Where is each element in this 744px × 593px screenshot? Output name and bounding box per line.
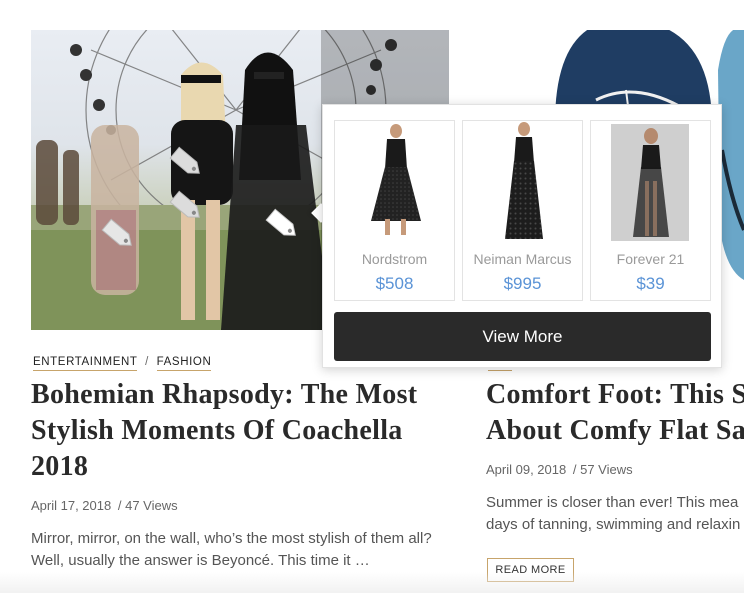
article-title-right-line2: About Comfy Flat Sa — [486, 415, 744, 446]
article-date: April 17, 2018 — [31, 498, 112, 513]
product-image-dress — [335, 121, 454, 245]
product-image-maxi-dress — [611, 124, 689, 241]
product-image-gown — [463, 121, 582, 245]
article-views: / 47 Views — [117, 498, 178, 513]
product-store: Nordstrom — [361, 251, 428, 267]
category-underline — [488, 370, 512, 371]
bottom-fade — [0, 572, 744, 593]
category-link-fashion[interactable]: FASHION — [156, 356, 212, 371]
product-price: $39 — [636, 274, 665, 293]
article-views-right: / 57 Views — [572, 462, 633, 477]
article-excerpt: Mirror, mirror, on the wall, who’s the m… — [31, 530, 432, 569]
article-title-right-line1: Comfort Foot: This S — [486, 379, 744, 410]
product-card-neiman-marcus[interactable]: Neiman Marcus $995 — [462, 120, 583, 301]
excerpt-right-line2: days of tanning, swimming and relaxin — [486, 516, 741, 533]
product-price: $508 — [375, 274, 414, 293]
article-meta-right: April 09, 2018 / 57 Views — [486, 462, 633, 477]
category-separator: / — [145, 356, 149, 368]
article-title-right[interactable]: Comfort Foot: This S About Comfy Flat Sa — [486, 377, 744, 449]
article-title[interactable]: Bohemian Rhapsody: The Most Stylish Mome… — [31, 377, 451, 485]
category-link-entertainment[interactable]: ENTERTAINMENT — [33, 356, 138, 371]
product-card-forever-21[interactable]: Forever 21 $39 — [590, 120, 711, 301]
article-meta: April 17, 2018 / 47 Views — [31, 498, 178, 513]
article-date-right: April 09, 2018 — [486, 462, 567, 477]
product-card-nordstrom[interactable]: Nordstrom $508 — [334, 120, 455, 301]
product-store: Forever 21 — [616, 251, 685, 267]
shop-the-look-popover: Nordstrom $508 Neiman Marcus $995 Foreve… — [322, 104, 722, 368]
article-categories: ENTERTAINMENT / FASHION — [33, 356, 212, 371]
view-more-button[interactable]: View More — [334, 312, 711, 361]
product-price: $995 — [503, 274, 542, 293]
product-store: Neiman Marcus — [473, 251, 572, 267]
article-excerpt-right: Summer is closer than ever! This mea day… — [486, 492, 744, 536]
excerpt-right-line1: Summer is closer than ever! This mea — [486, 494, 739, 511]
